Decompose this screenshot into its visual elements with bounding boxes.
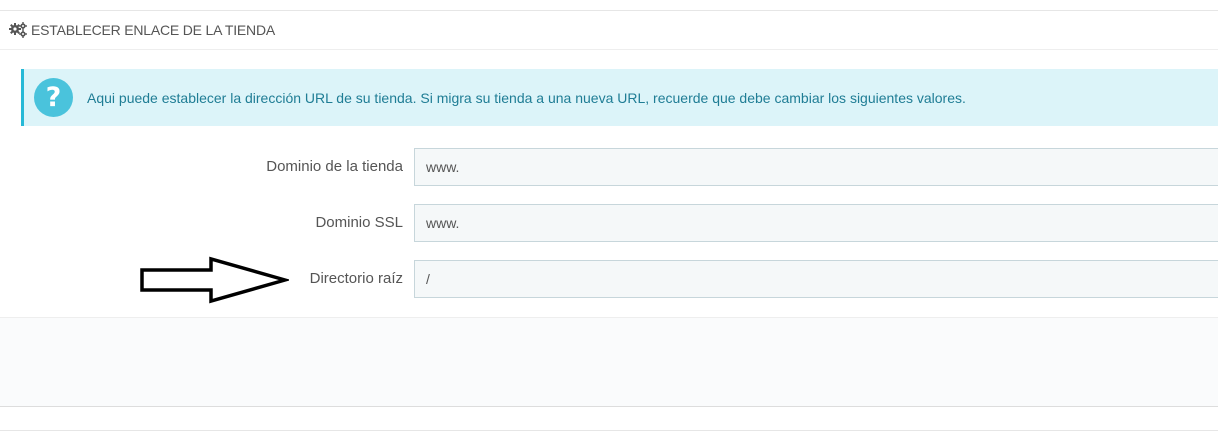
base-uri-input[interactable]	[414, 260, 1218, 298]
shop-domain-input[interactable]	[414, 148, 1218, 186]
panel-title: ESTABLECER ENLACE DE LA TIENDA	[31, 22, 276, 38]
shop-domain-label: Dominio de la tienda	[266, 158, 403, 175]
panel-heading: ESTABLECER ENLACE DE LA TIENDA	[0, 11, 1218, 50]
shop-url-panel: ESTABLECER ENLACE DE LA TIENDA ? Aqui pu…	[0, 10, 1218, 408]
panel-footer	[0, 317, 1218, 407]
info-alert: ? Aqui puede establecer la dirección URL…	[21, 69, 1218, 126]
base-uri-label: Directorio raíz	[309, 270, 403, 287]
right-arrow-annotation	[140, 256, 289, 304]
form-row-shop-domain: Dominio de la tienda	[0, 148, 1218, 186]
ssl-domain-label: Dominio SSL	[315, 214, 403, 231]
page: ESTABLECER ENLACE DE LA TIENDA ? Aqui pu…	[0, 0, 1218, 437]
gears-icon	[8, 20, 28, 40]
divider	[0, 430, 1218, 431]
alert-message: Aqui puede establecer la dirección URL d…	[87, 89, 966, 106]
question-circle-icon: ?	[34, 78, 73, 117]
ssl-domain-input[interactable]	[414, 204, 1218, 242]
form-row-ssl-domain: Dominio SSL	[0, 204, 1218, 242]
